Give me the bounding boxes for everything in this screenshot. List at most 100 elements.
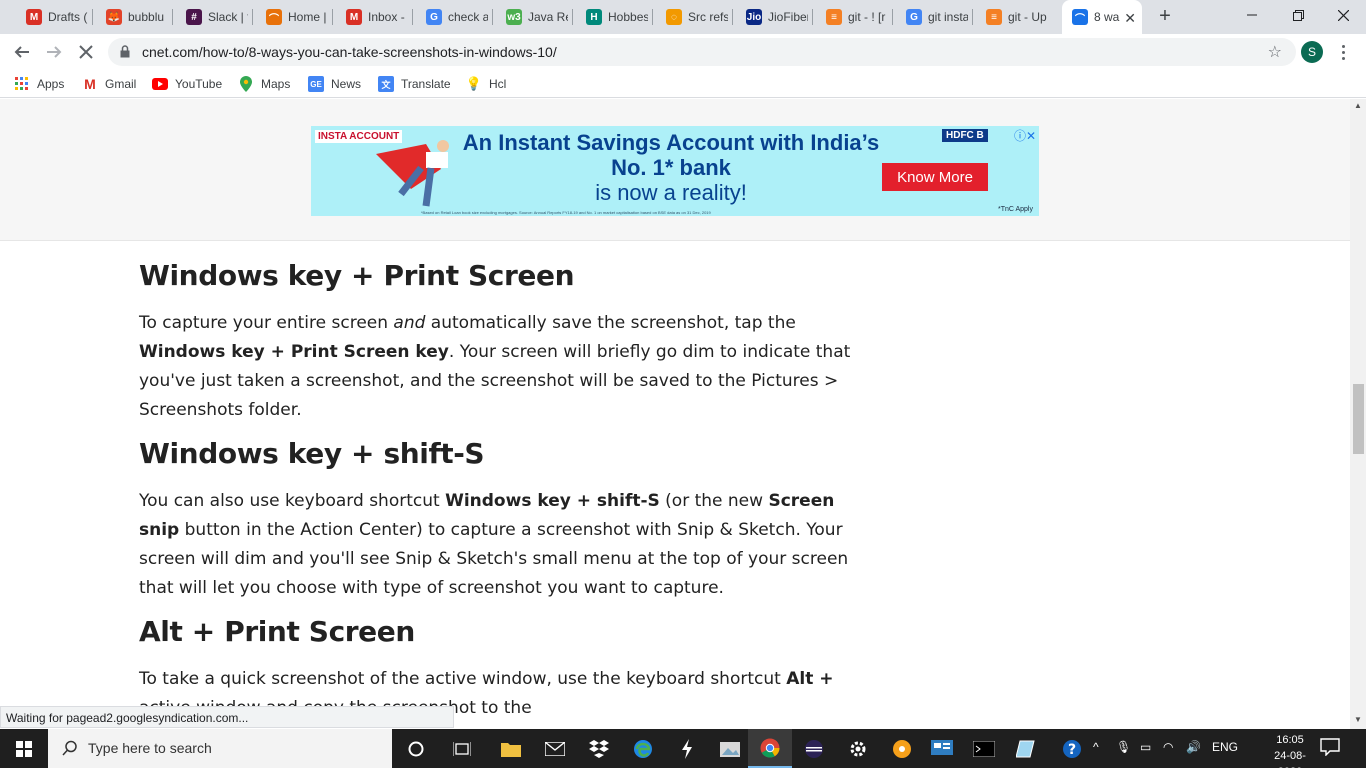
url-text[interactable]: cnet.com/how-to/8-ways-you-can-take-scre… — [142, 44, 557, 60]
bookmark-news[interactable]: GE News — [308, 76, 361, 92]
close-window-button[interactable] — [1320, 0, 1366, 30]
google-icon: G — [426, 9, 442, 25]
tab[interactable]: ⌒ Home | — [256, 6, 328, 28]
forward-button[interactable] — [42, 40, 66, 64]
minimize-button[interactable] — [1229, 0, 1275, 30]
scroll-up-arrow-icon[interactable]: ▲ — [1354, 101, 1362, 110]
bookmark-star-icon[interactable]: ☆ — [1268, 42, 1282, 62]
bookmark-hcl[interactable]: 💡 Hcl — [466, 76, 506, 92]
google-icon: G — [906, 9, 922, 25]
tab[interactable]: Ggit insta — [896, 6, 968, 28]
scrollbar-thumb[interactable] — [1353, 384, 1364, 454]
restore-button[interactable] — [1275, 0, 1321, 30]
start-button[interactable] — [0, 729, 48, 768]
section-heading: Windows key + Print Screen — [139, 259, 575, 292]
bookmark-gmail[interactable]: M Gmail — [82, 76, 136, 92]
gmail-icon: M — [346, 9, 362, 25]
page-content: INSTA ACCOUNT An Instant Savings Account… — [0, 99, 1350, 729]
mail-icon[interactable] — [533, 729, 577, 768]
stop-loading-button[interactable] — [74, 40, 98, 64]
tab-title: Inbox - — [368, 10, 405, 24]
tab[interactable]: # Slack | t — [176, 6, 248, 28]
status-bubble: Waiting for pagead2.googlesyndication.co… — [0, 706, 454, 728]
tab-separator — [892, 9, 893, 25]
wifi-icon[interactable]: ◠ — [1163, 740, 1173, 754]
microphone-icon[interactable]: 🎙 — [1116, 740, 1131, 754]
tab[interactable]: Gcheck a — [416, 6, 488, 28]
tab[interactable]: ⌒ 8 wa ✕ — [1062, 0, 1142, 34]
know-more-button[interactable]: Know More — [882, 163, 988, 191]
bookmark-label: YouTube — [175, 77, 223, 91]
bulb-icon: 💡 — [465, 76, 483, 91]
photos-icon[interactable] — [709, 729, 753, 768]
tab-separator — [972, 9, 973, 25]
vertical-scrollbar[interactable]: ▲ ▼ — [1350, 99, 1366, 729]
restore-icon — [1292, 9, 1304, 21]
tab[interactable]: ≡ git - ! [r — [816, 6, 888, 28]
tab-close-icon[interactable]: ✕ — [1124, 10, 1136, 27]
taskbar-search[interactable]: Type here to search — [48, 729, 392, 768]
tab[interactable]: M Drafts ( — [16, 6, 88, 28]
tab[interactable]: M Inbox - — [336, 6, 408, 28]
clock-date: 24-08-2020 — [1274, 750, 1306, 768]
hdfc-bank-logo: HDFC B — [942, 129, 988, 142]
settings-gear-icon[interactable] — [836, 729, 880, 768]
ad-tnc: *TnC Apply — [997, 206, 1033, 213]
tab[interactable]: w3 Java Re — [496, 6, 568, 28]
task-view-icon[interactable] — [440, 729, 484, 768]
scroll-down-arrow-icon[interactable]: ▼ — [1354, 715, 1362, 724]
address-bar[interactable]: cnet.com/how-to/8-ways-you-can-take-scre… — [108, 38, 1296, 66]
show-hidden-icons-chevron[interactable]: ^ — [1093, 740, 1099, 754]
browser-menu-button[interactable] — [1338, 40, 1348, 64]
maps-pin-icon — [238, 76, 254, 92]
tab-separator — [92, 9, 93, 25]
chrome-icon[interactable] — [748, 729, 792, 768]
dropbox-icon[interactable] — [577, 729, 621, 768]
eclipse-icon[interactable] — [792, 729, 836, 768]
tab-strip: M Drafts ( 🦊 bubblu # Slack | t ⌒ Home | M Inbox … — [0, 0, 1366, 34]
section-paragraph: To capture your entire screen and automa… — [139, 313, 851, 420]
system-clock[interactable]: 16:05 24-08-2020 — [1262, 732, 1318, 768]
bookmark-apps[interactable]: Apps — [14, 76, 64, 92]
section-heading: Windows key + shift-S — [139, 437, 485, 470]
tab[interactable]: Jio JioFiber — [736, 6, 808, 28]
tab[interactable]: 🦊 bubblu — [96, 6, 168, 28]
bookmark-maps[interactable]: Maps — [238, 76, 290, 92]
src-icon: ◌ — [666, 9, 682, 25]
section-heading: Alt + Print Screen — [139, 615, 415, 648]
gmail-icon: M — [26, 9, 42, 25]
profile-avatar[interactable]: S — [1301, 41, 1323, 63]
tab[interactable]: ≡ git - Up — [976, 6, 1048, 28]
home-icon: ⌒ — [266, 9, 282, 25]
minimize-icon — [1247, 14, 1257, 16]
notepad-icon[interactable] — [1004, 729, 1048, 768]
lightning-icon[interactable] — [665, 729, 709, 768]
tab[interactable]: H Hobbes — [576, 6, 648, 28]
search-icon — [62, 740, 77, 756]
action-center-button[interactable] — [1320, 738, 1344, 758]
tab-separator — [492, 9, 493, 25]
news-icon: GE — [308, 76, 324, 92]
hdfc-ad-banner[interactable]: INSTA ACCOUNT An Instant Savings Account… — [311, 126, 1039, 216]
apps-grid-icon — [14, 76, 30, 92]
bookmark-label: Apps — [37, 77, 65, 91]
volume-icon[interactable]: 🔊 — [1186, 740, 1201, 754]
help-icon[interactable]: ? — [1050, 729, 1094, 768]
control-panel-icon[interactable] — [920, 729, 964, 768]
cortana-icon[interactable] — [394, 729, 438, 768]
battery-icon[interactable]: ▭ — [1140, 740, 1151, 754]
ad-headline: An Instant Savings Account with India’s … — [462, 130, 880, 180]
tab-title: bubblu — [128, 10, 165, 24]
file-explorer-icon[interactable] — [489, 729, 533, 768]
new-tab-button[interactable]: + — [1155, 6, 1175, 26]
back-button[interactable] — [10, 40, 34, 64]
notification-icon — [1320, 738, 1340, 757]
ad-choices-icon[interactable]: ⓘ✕ — [1014, 127, 1036, 144]
language-indicator[interactable]: ENG — [1212, 740, 1238, 754]
bookmark-youtube[interactable]: YouTube — [152, 76, 222, 92]
bookmark-translate[interactable]: 文 Translate — [378, 76, 451, 92]
tab[interactable]: ◌ Src refs — [656, 6, 728, 28]
edge-icon[interactable] — [621, 729, 665, 768]
terminal-icon[interactable] — [962, 729, 1006, 768]
sunflower-icon[interactable] — [880, 729, 924, 768]
